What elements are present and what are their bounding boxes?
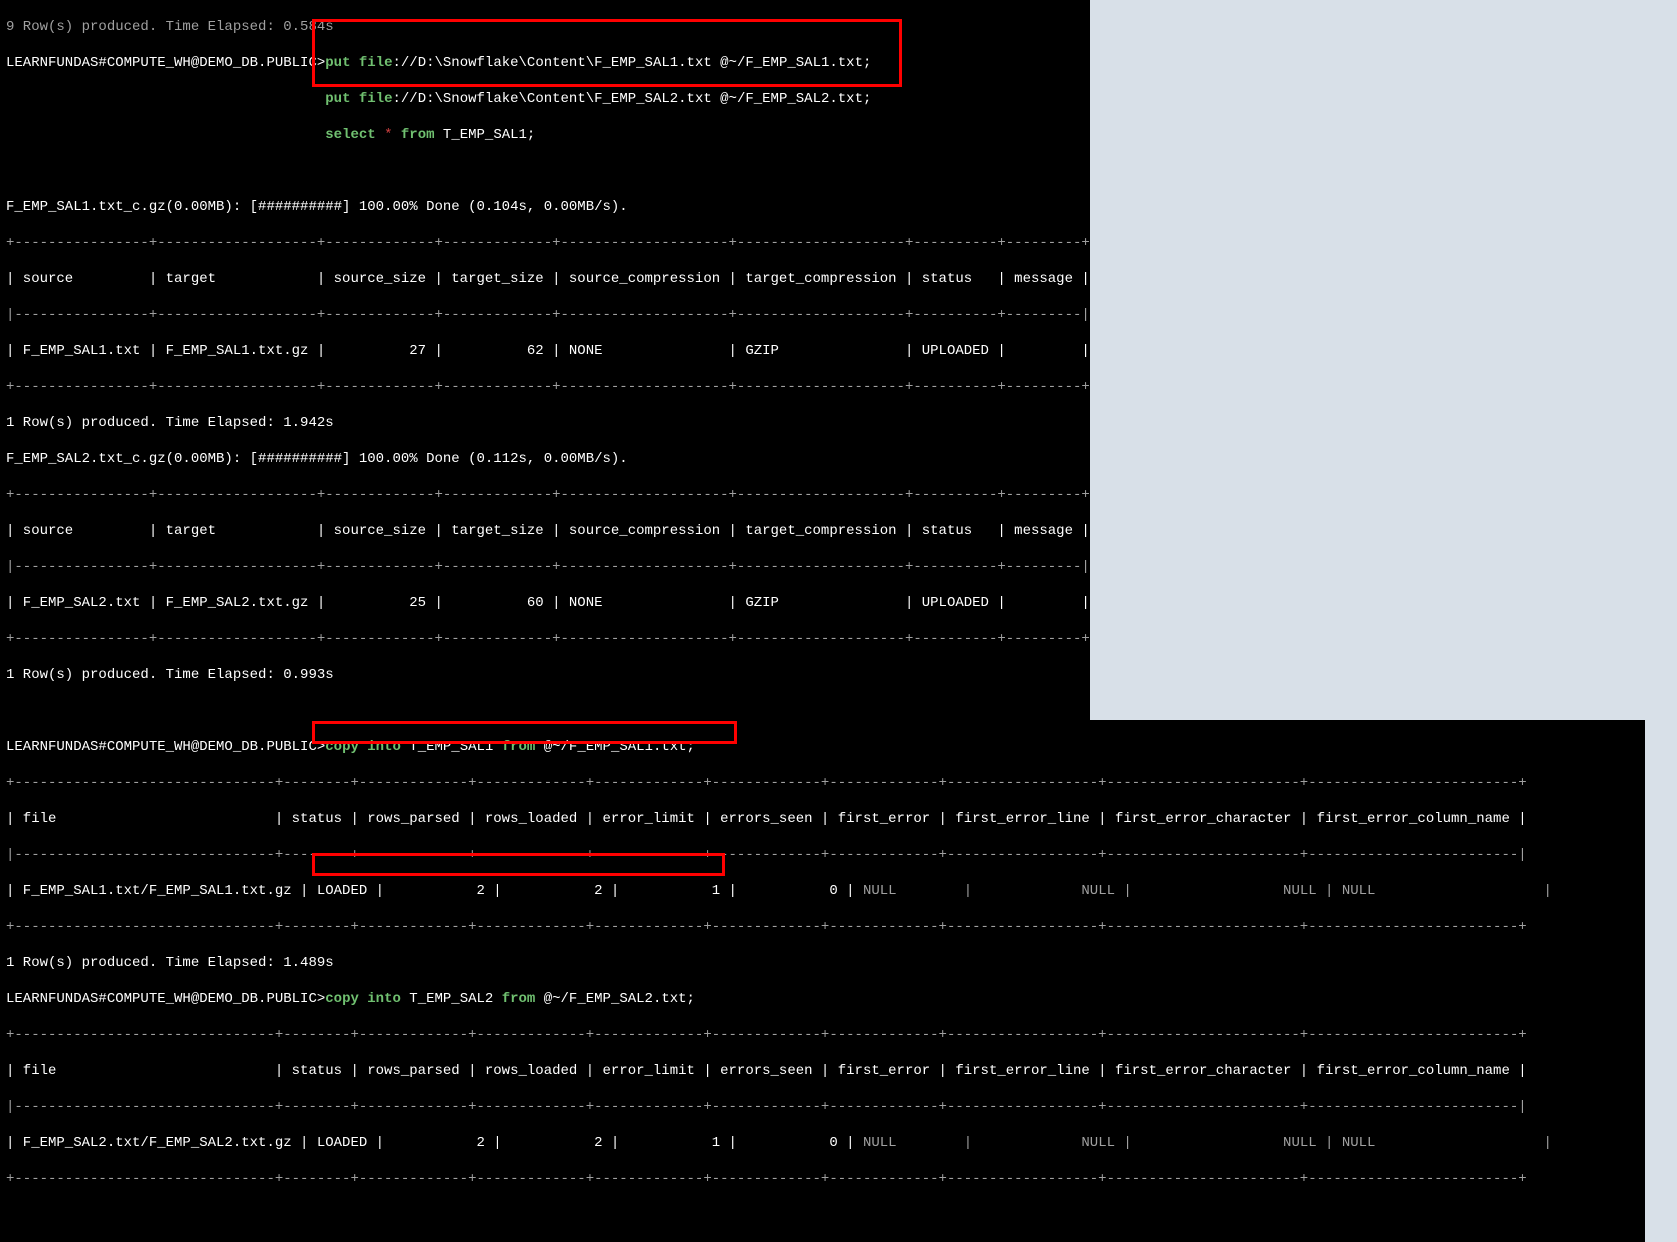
shell-prompt: LEARNFUNDAS#COMPUTE_WH@DEMO_DB.PUBLIC>	[6, 55, 325, 71]
copy-table-header: | file | status | rows_parsed | rows_loa…	[0, 810, 1645, 828]
file-keyword: file	[359, 91, 393, 107]
null-value: NULL |	[972, 883, 1132, 899]
copy-table-border: |-------------------------------+-------…	[0, 1098, 1645, 1116]
copy-table-border: +-------------------------------+-------…	[0, 1170, 1645, 1188]
upload-table-border: |----------------+-------------------+--…	[0, 306, 1090, 324]
from-keyword: from	[502, 739, 536, 755]
select-keyword: select	[325, 127, 375, 143]
copy-keyword: copy	[325, 991, 359, 1007]
terminal-window[interactable]: LEARNFUNDAS#COMPUTE_WH@DEMO_DB.PUBLIC>co…	[0, 720, 1645, 1242]
upload2-row: | F_EMP_SAL2.txt | F_EMP_SAL2.txt.gz | 2…	[0, 594, 1090, 612]
copy-table-border: +-------------------------------+-------…	[0, 918, 1645, 936]
upload-table-border: +----------------+-------------------+--…	[0, 630, 1090, 648]
null-value: NULL |	[1333, 883, 1551, 899]
upload2-progress: F_EMP_SAL2.txt_c.gz(0.00MB): [##########…	[0, 450, 1090, 468]
null-value: NULL |	[855, 883, 973, 899]
copy-table-2: T_EMP_SAL2	[401, 991, 502, 1007]
upload1-elapsed: 1 Row(s) produced. Time Elapsed: 1.942s	[0, 414, 1090, 432]
upload-table-border: +----------------+-------------------+--…	[0, 234, 1090, 252]
copy-table-border: +-------------------------------+-------…	[0, 1026, 1645, 1044]
put-path-1: ://D:\Snowflake\Content\F_EMP_SAL1.txt @…	[393, 55, 872, 71]
prompt-line-3: LEARNFUNDAS#COMPUTE_WH@DEMO_DB.PUBLIC>co…	[0, 990, 1645, 1008]
prompt-line-1: LEARNFUNDAS#COMPUTE_WH@DEMO_DB.PUBLIC>pu…	[0, 54, 1090, 72]
copy1-elapsed: 1 Row(s) produced. Time Elapsed: 1.489s	[0, 954, 1645, 972]
prompt-line-2: LEARNFUNDAS#COMPUTE_WH@DEMO_DB.PUBLIC>co…	[0, 738, 1645, 756]
from-keyword: from	[502, 991, 536, 1007]
null-value: NULL |	[1132, 1135, 1334, 1151]
select-line: select * from T_EMP_SAL1;	[0, 126, 1090, 144]
null-value: NULL |	[855, 1135, 973, 1151]
copy2-row-main: | F_EMP_SAL2.txt/F_EMP_SAL2.txt.gz | LOA…	[6, 1135, 855, 1151]
copy-keyword: copy	[325, 739, 359, 755]
copy-table-1: T_EMP_SAL1	[401, 739, 502, 755]
upload2-elapsed: 1 Row(s) produced. Time Elapsed: 0.993s	[0, 666, 1090, 684]
put-keyword: put	[325, 91, 350, 107]
upload1-progress: F_EMP_SAL1.txt_c.gz(0.00MB): [##########…	[0, 198, 1090, 216]
upload-table-header: | source | target | source_size | target…	[0, 270, 1090, 288]
copy-table-border: |-------------------------------+-------…	[0, 846, 1645, 864]
put-keyword: put	[325, 55, 350, 71]
select-table: T_EMP_SAL1;	[435, 127, 536, 143]
copy-table-border: +-------------------------------+-------…	[0, 774, 1645, 792]
upload-table-header: | source | target | source_size | target…	[0, 522, 1090, 540]
into-keyword: into	[367, 991, 401, 1007]
copy-stage-1: @~/F_EMP_SAL1.txt;	[535, 739, 695, 755]
copy2-row: | F_EMP_SAL2.txt/F_EMP_SAL2.txt.gz | LOA…	[0, 1134, 1645, 1152]
star-operator: *	[376, 127, 401, 143]
copy-stage-2: @~/F_EMP_SAL2.txt;	[535, 991, 695, 1007]
upload-table-border: |----------------+-------------------+--…	[0, 558, 1090, 576]
copy1-row-main: | F_EMP_SAL1.txt/F_EMP_SAL1.txt.gz | LOA…	[6, 883, 855, 899]
upload-table-border: +----------------+-------------------+--…	[0, 378, 1090, 396]
terminal-window[interactable]: 9 Row(s) produced. Time Elapsed: 0.584s …	[0, 0, 1090, 720]
truncated-top-line: 9 Row(s) produced. Time Elapsed: 0.584s	[0, 18, 1090, 36]
null-value: NULL |	[972, 1135, 1132, 1151]
put-path-2: ://D:\Snowflake\Content\F_EMP_SAL2.txt @…	[393, 91, 872, 107]
null-value: NULL |	[1333, 1135, 1551, 1151]
put-line-2: put file://D:\Snowflake\Content\F_EMP_SA…	[0, 90, 1090, 108]
copy1-row: | F_EMP_SAL1.txt/F_EMP_SAL1.txt.gz | LOA…	[0, 882, 1645, 900]
shell-prompt: LEARNFUNDAS#COMPUTE_WH@DEMO_DB.PUBLIC>	[6, 991, 325, 1007]
null-value: NULL |	[1132, 883, 1334, 899]
file-keyword: file	[359, 55, 393, 71]
copy-table-header: | file | status | rows_parsed | rows_loa…	[0, 1062, 1645, 1080]
from-keyword: from	[401, 127, 435, 143]
shell-prompt: LEARNFUNDAS#COMPUTE_WH@DEMO_DB.PUBLIC>	[6, 739, 325, 755]
upload-table-border: +----------------+-------------------+--…	[0, 486, 1090, 504]
into-keyword: into	[367, 739, 401, 755]
upload1-row: | F_EMP_SAL1.txt | F_EMP_SAL1.txt.gz | 2…	[0, 342, 1090, 360]
